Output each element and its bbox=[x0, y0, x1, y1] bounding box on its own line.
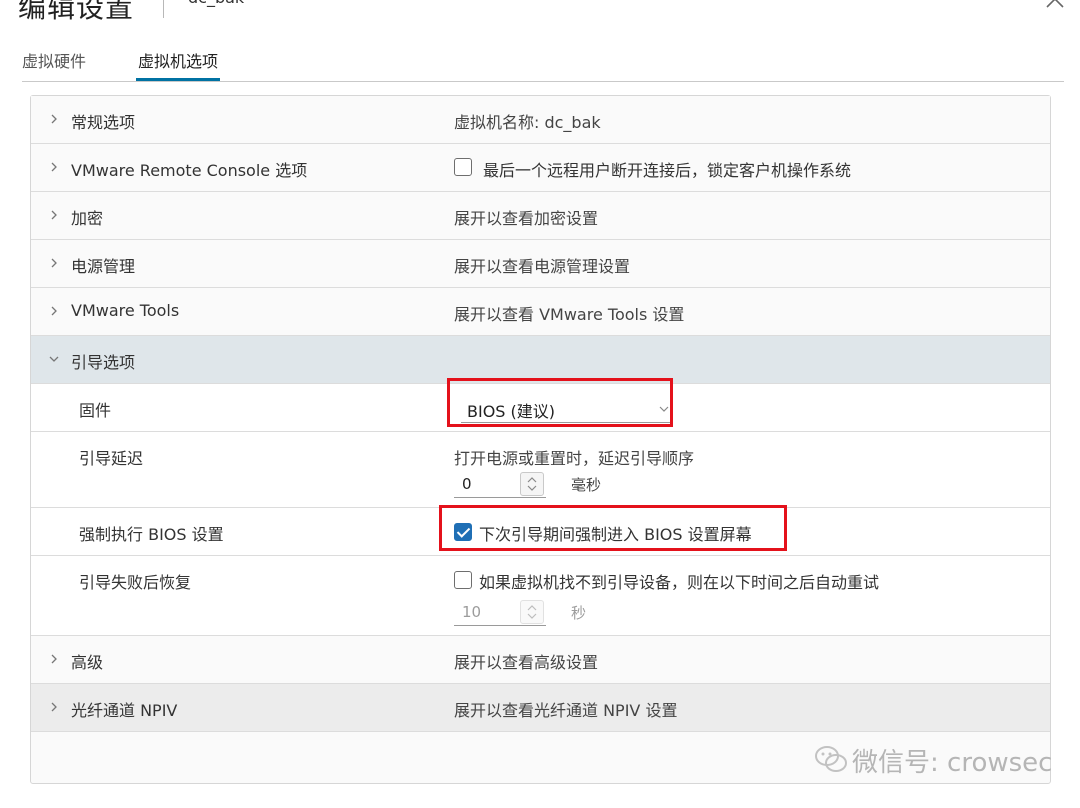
close-icon[interactable] bbox=[1044, 0, 1066, 10]
updown-icon bbox=[527, 477, 537, 491]
retry-delay-unit: 秒 bbox=[571, 604, 587, 622]
section-vmware-tools[interactable]: VMware Tools 展开以查看 VMware Tools 设置 bbox=[31, 288, 1050, 336]
section-label: VMware Remote Console 选项 bbox=[71, 161, 308, 180]
section-label: VMware Tools bbox=[71, 301, 180, 320]
chevron-down-icon[interactable] bbox=[47, 352, 61, 366]
section-value: 展开以查看加密设置 bbox=[454, 209, 599, 228]
boot-delay-input[interactable]: 0 bbox=[454, 472, 546, 498]
section-value: 展开以查看电源管理设置 bbox=[454, 257, 631, 276]
dialog-title: 编辑设置 bbox=[18, 0, 135, 24]
boot-delay-value: 0 bbox=[462, 475, 472, 493]
failed-boot-checkbox[interactable] bbox=[454, 571, 472, 589]
checkbox-label: 下次引导期间强制进入 BIOS 设置屏幕 bbox=[479, 525, 752, 544]
chevron-right-icon[interactable] bbox=[47, 160, 61, 174]
firmware-select[interactable]: BIOS (建议) bbox=[461, 395, 673, 423]
tab-virtual-hardware[interactable]: 虚拟硬件 bbox=[22, 48, 86, 81]
tab-bar: 虚拟硬件 虚拟机选项 bbox=[22, 44, 1064, 82]
spinner-button[interactable] bbox=[520, 600, 544, 624]
section-value: 展开以查看 VMware Tools 设置 bbox=[454, 305, 685, 324]
retry-delay-input[interactable]: 10 bbox=[454, 600, 546, 626]
vm-options-panel: 常规选项 虚拟机名称: dc_bak VMware Remote Console… bbox=[30, 95, 1051, 784]
tab-vm-options[interactable]: 虚拟机选项 bbox=[136, 48, 221, 81]
watermark-text: 微信号: crowsec bbox=[852, 748, 1053, 778]
lock-guest-checkbox[interactable] bbox=[454, 158, 472, 176]
section-label: 引导选项 bbox=[71, 353, 136, 372]
spinner-button[interactable] bbox=[520, 472, 544, 496]
chevron-right-icon[interactable] bbox=[47, 652, 61, 666]
section-general[interactable]: 常规选项 虚拟机名称: dc_bak bbox=[31, 96, 1050, 144]
wechat-icon bbox=[815, 746, 847, 772]
chevron-right-icon[interactable] bbox=[47, 700, 61, 714]
firmware-label: 固件 bbox=[79, 401, 112, 420]
chevron-right-icon[interactable] bbox=[47, 208, 61, 222]
section-label: 高级 bbox=[71, 653, 104, 672]
boot-delay-description: 打开电源或重置时，延迟引导顺序 bbox=[454, 449, 695, 468]
failed-boot-row: 引导失败后恢复 如果虚拟机找不到引导设备，则在以下时间之后自动重试 10 秒 bbox=[31, 556, 1050, 636]
firmware-selected-value: BIOS (建议) bbox=[467, 402, 556, 421]
section-label: 光纤通道 NPIV bbox=[71, 701, 178, 720]
checkbox-label: 最后一个远程用户断开连接后，锁定客户机操作系统 bbox=[483, 161, 852, 180]
section-boot-options[interactable]: 引导选项 bbox=[31, 336, 1050, 384]
section-vmrc[interactable]: VMware Remote Console 选项 最后一个远程用户断开连接后，锁… bbox=[31, 144, 1050, 192]
retry-delay-value: 10 bbox=[462, 603, 482, 621]
section-encryption[interactable]: 加密 展开以查看加密设置 bbox=[31, 192, 1050, 240]
section-label: 常规选项 bbox=[71, 113, 136, 132]
section-value: 展开以查看光纤通道 NPIV 设置 bbox=[454, 701, 678, 720]
chevron-right-icon[interactable] bbox=[47, 256, 61, 270]
section-npiv[interactable]: 光纤通道 NPIV 展开以查看光纤通道 NPIV 设置 bbox=[31, 684, 1050, 732]
boot-delay-row: 引导延迟 打开电源或重置时，延迟引导顺序 0 毫秒 bbox=[31, 432, 1050, 508]
updown-icon bbox=[527, 605, 537, 619]
boot-delay-label: 引导延迟 bbox=[79, 449, 144, 468]
boot-delay-unit: 毫秒 bbox=[571, 476, 602, 494]
section-power[interactable]: 电源管理 展开以查看电源管理设置 bbox=[31, 240, 1050, 288]
section-label: 加密 bbox=[71, 209, 104, 228]
chevron-down-icon bbox=[659, 406, 669, 412]
section-value: 虚拟机名称: dc_bak bbox=[454, 113, 601, 132]
vm-name-label: dc_bak bbox=[188, 0, 244, 7]
section-advanced[interactable]: 高级 展开以查看高级设置 bbox=[31, 636, 1050, 684]
checkbox-label: 如果虚拟机找不到引导设备，则在以下时间之后自动重试 bbox=[479, 573, 880, 592]
title-divider bbox=[163, 0, 164, 18]
force-bios-row: 强制执行 BIOS 设置 下次引导期间强制进入 BIOS 设置屏幕 bbox=[31, 508, 1050, 556]
force-bios-checkbox[interactable] bbox=[454, 523, 472, 541]
dialog-header: 编辑设置 dc_bak bbox=[0, 0, 1080, 26]
failed-boot-label: 引导失败后恢复 bbox=[79, 573, 192, 592]
chevron-right-icon[interactable] bbox=[47, 112, 61, 126]
section-value: 展开以查看高级设置 bbox=[454, 653, 599, 672]
chevron-right-icon[interactable] bbox=[47, 304, 61, 318]
section-label: 电源管理 bbox=[71, 257, 136, 276]
firmware-row: 固件 BIOS (建议) bbox=[31, 384, 1050, 432]
force-bios-label: 强制执行 BIOS 设置 bbox=[79, 525, 224, 544]
